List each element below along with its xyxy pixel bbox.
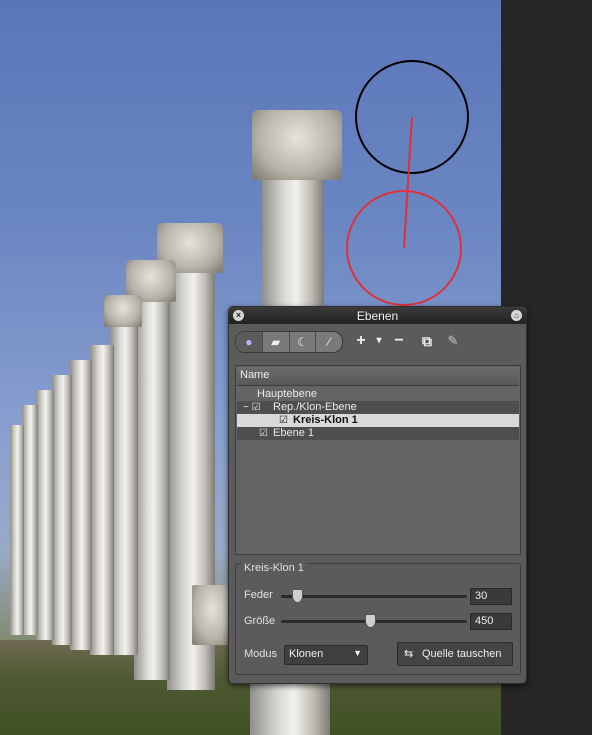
shape-tool-icon[interactable]: ▰: [263, 332, 290, 352]
swap-source-button[interactable]: ⇆ Quelle tauschen: [397, 642, 513, 666]
layer-label: Kreis-Klon 1: [293, 414, 358, 426]
layer-row-ebene-1[interactable]: ☑ Ebene 1: [237, 427, 519, 440]
tool-group: ● ▰ ☾ ⁄: [235, 331, 343, 353]
groesse-label: Größe: [244, 615, 276, 627]
add-layer-icon[interactable]: +: [354, 331, 368, 351]
layer-list[interactable]: Name Hauptebene − ☑ Rep./Klon-Ebene ☑ Kr…: [235, 365, 521, 555]
modus-label: Modus: [244, 648, 278, 660]
layer-row-kreis-klon[interactable]: ☑ Kreis-Klon 1: [237, 414, 519, 427]
chevron-down-icon: ▼: [353, 648, 362, 658]
lasso-tool-icon[interactable]: ☾: [290, 332, 317, 352]
list-header-name: Name: [240, 369, 270, 381]
modus-value: Klonen: [289, 648, 324, 660]
layer-label: Rep./Klon-Ebene: [273, 401, 357, 413]
layer-label: Ebene 1: [273, 427, 314, 439]
panel-titlebar[interactable]: × Ebenen ⌂: [229, 307, 526, 324]
clone-connector-line: [403, 116, 413, 249]
layers-panel: × Ebenen ⌂ ● ▰ ☾ ⁄ + ▾ − ⧉ ✎ Name Haupte…: [228, 306, 527, 684]
layer-label: Hauptebene: [257, 388, 317, 400]
panel-title: Ebenen: [356, 309, 399, 323]
groesse-input[interactable]: 450: [470, 613, 512, 630]
circle-tool-icon[interactable]: ●: [236, 332, 263, 352]
list-header[interactable]: Name: [237, 367, 519, 386]
swap-source-label: Quelle tauschen: [422, 648, 502, 660]
edit-layer-icon[interactable]: ✎: [445, 331, 461, 351]
groesse-slider-thumb[interactable]: [364, 614, 376, 628]
swap-arrows-icon: ⇆: [404, 648, 414, 660]
feder-slider[interactable]: [281, 595, 467, 598]
layer-row-hauptebene[interactable]: Hauptebene: [237, 388, 519, 401]
remove-layer-icon[interactable]: −: [392, 331, 406, 351]
duplicate-layer-icon[interactable]: ⧉: [419, 331, 435, 351]
layer-row-rep-klon[interactable]: − ☑ Rep./Klon-Ebene: [237, 401, 519, 414]
collapse-checkbox-icon[interactable]: − ☑: [243, 401, 261, 414]
add-dropdown-icon[interactable]: ▾: [374, 331, 384, 351]
home-icon[interactable]: ⌂: [511, 310, 522, 321]
visibility-checkbox-icon[interactable]: ☑: [259, 427, 268, 440]
properties-title: Kreis-Klon 1: [241, 562, 307, 574]
feder-input[interactable]: 30: [470, 588, 512, 605]
visibility-checkbox-icon[interactable]: ☑: [279, 414, 288, 427]
brush-tool-icon[interactable]: ⁄: [316, 332, 342, 352]
modus-select[interactable]: Klonen ▼: [284, 645, 368, 665]
feder-label: Feder: [244, 589, 273, 601]
